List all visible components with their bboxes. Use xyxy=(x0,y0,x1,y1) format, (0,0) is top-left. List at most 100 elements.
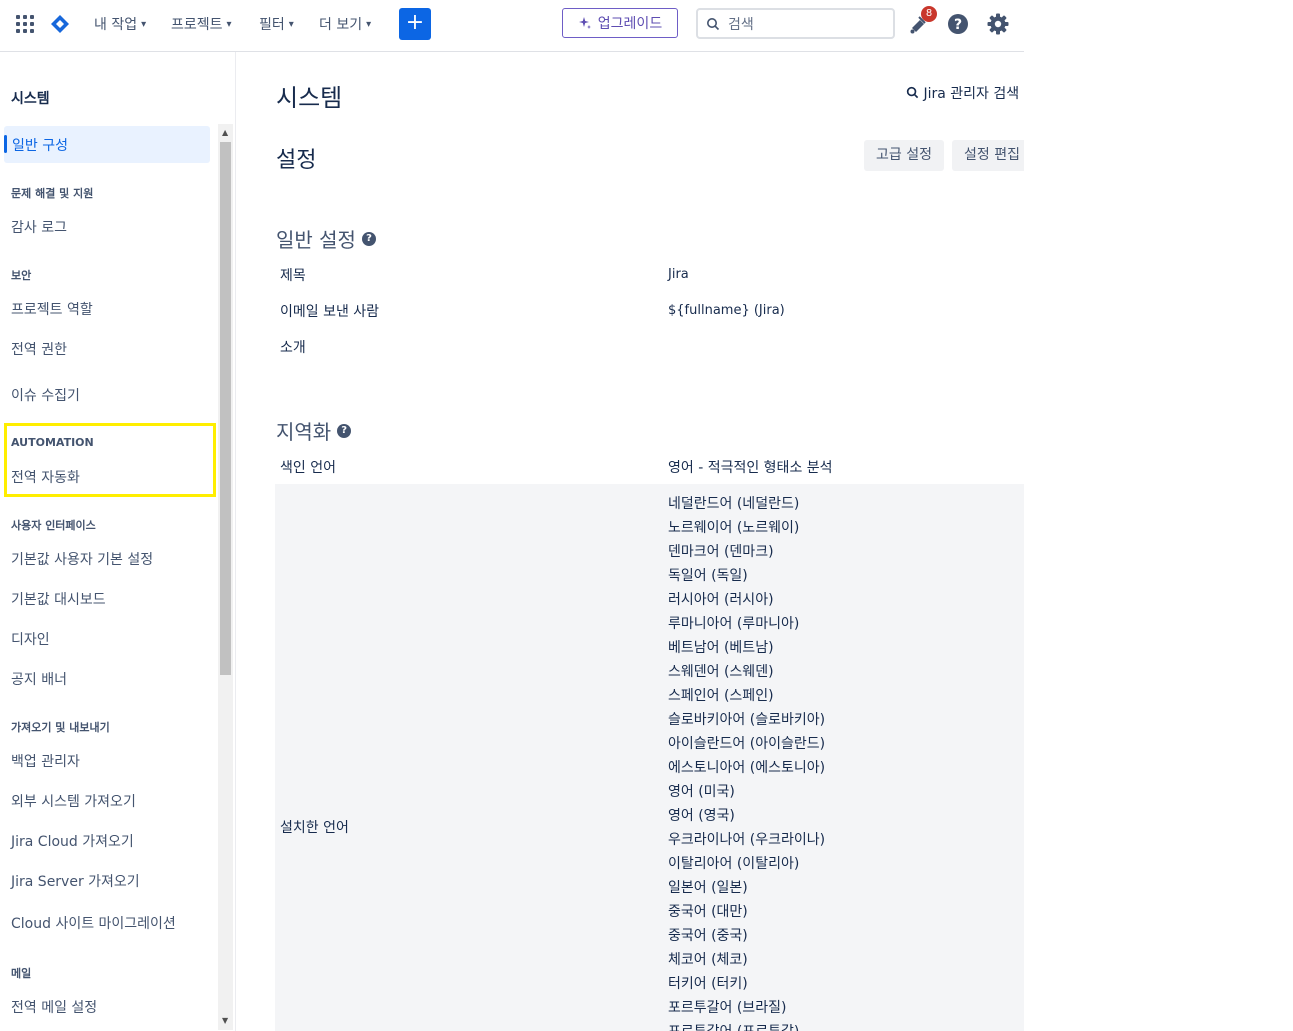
plus-icon: + xyxy=(405,10,425,35)
nav-filters[interactable]: 필터 ▾ xyxy=(259,14,294,34)
nav-my-work[interactable]: 내 작업 ▾ xyxy=(94,14,146,34)
setting-label-index-language: 색인 언어 xyxy=(280,460,336,476)
localization-heading: 지역화 ? xyxy=(276,416,352,445)
top-navigation: 내 작업 ▾ 프로젝트 ▾ 필터 ▾ 더 보기 ▾ + 업그레이드 검색 8 ? xyxy=(0,0,1024,52)
installed-language-item: 노르웨이어 (노르웨이) xyxy=(668,520,800,536)
sidebar-item-global-mail-settings[interactable]: 전역 메일 설정 xyxy=(11,997,97,1017)
setting-label-installed-languages: 설치한 언어 xyxy=(280,820,349,836)
app-switcher-icon[interactable] xyxy=(16,15,34,33)
sidebar-heading-import-export: 가져오기 및 내보내기 xyxy=(11,721,110,734)
sidebar-item-design[interactable]: 디자인 xyxy=(11,629,50,649)
installed-language-item: 이탈리아어 (이탈리아) xyxy=(668,856,800,872)
edit-settings-button[interactable]: 설정 편집 xyxy=(952,140,1024,171)
sidebar-heading-user-interface: 사용자 인터페이스 xyxy=(11,519,96,532)
active-indicator xyxy=(4,135,7,153)
sidebar-item-default-user-preferences[interactable]: 기본값 사용자 기본 설정 xyxy=(11,549,153,569)
sidebar-item-general-config-label: 일반 구성 xyxy=(12,138,68,154)
nav-more-label: 더 보기 xyxy=(319,17,363,33)
installed-language-item: 포르투갈어 (브라질) xyxy=(668,1000,787,1016)
sidebar-title: 시스템 xyxy=(11,91,50,107)
installed-language-item: 슬로바키아어 (슬로바키아) xyxy=(668,712,826,728)
admin-search-label: Jira 관리자 검색 xyxy=(923,86,1020,102)
help-icon[interactable]: ? xyxy=(946,12,970,36)
sparkle-icon xyxy=(578,17,591,29)
svg-text:?: ? xyxy=(954,17,962,33)
installed-language-item: 터키어 (터키) xyxy=(668,976,748,992)
installed-language-item: 중국어 (중국) xyxy=(668,928,748,944)
sidebar-item-global-permissions[interactable]: 전역 권한 xyxy=(11,339,67,359)
installed-language-item: 영어 (미국) xyxy=(668,784,735,800)
chevron-down-icon: ▾ xyxy=(288,18,294,30)
setting-value-email-from: ${fullname} (Jira) xyxy=(668,303,785,318)
chevron-down-icon: ▾ xyxy=(366,18,372,30)
nav-filters-label: 필터 xyxy=(259,17,285,33)
nav-my-work-label: 내 작업 xyxy=(94,17,138,33)
installed-language-item: 체코어 (체코) xyxy=(668,952,748,968)
sidebar-heading-mail: 메일 xyxy=(11,967,32,980)
sidebar-item-issue-collectors[interactable]: 이슈 수집기 xyxy=(11,385,80,405)
search-icon xyxy=(707,17,720,30)
help-icon[interactable]: ? xyxy=(337,423,352,438)
installed-languages-list: 네덜란드어 (네덜란드) 노르웨이어 (노르웨이) 덴마크어 (덴마크) 독일어 (독… xyxy=(668,492,825,1031)
search-input[interactable]: 검색 xyxy=(696,8,895,39)
installed-language-item: 포르투갈어 (포르투갈) xyxy=(668,1020,825,1031)
settings-gear-icon[interactable] xyxy=(986,12,1010,36)
sidebar-heading-troubleshooting: 문제 해결 및 지원 xyxy=(11,187,94,200)
setting-label-title: 제목 xyxy=(280,268,306,284)
jira-logo-icon[interactable] xyxy=(50,14,70,34)
sidebar-item-default-dashboard[interactable]: 기본값 대시보드 xyxy=(11,589,106,609)
notification-badge: 8 xyxy=(921,6,937,22)
create-button[interactable]: + xyxy=(399,8,431,40)
sidebar-item-external-system-import[interactable]: 외부 시스템 가져오기 xyxy=(11,791,136,811)
page-title: 시스템 xyxy=(276,84,343,112)
advanced-settings-button[interactable]: 고급 설정 xyxy=(864,140,944,171)
upgrade-button[interactable]: 업그레이드 xyxy=(562,8,678,38)
installed-language-item: 아이슬란드어 (아이슬란드) xyxy=(668,736,826,752)
installed-language-item: 러시아어 (러시아) xyxy=(668,592,774,608)
setting-value-title: Jira xyxy=(668,267,689,282)
scroll-down-arrow-icon[interactable]: ▼ xyxy=(222,1016,228,1025)
installed-language-item: 베트남어 (베트남) xyxy=(668,640,774,656)
main-content: 시스템 Jira 관리자 검색 설정 고급 설정 설정 편집 일반 설정 ? 제… xyxy=(236,52,1024,1031)
installed-language-item: 일본어 (일본) xyxy=(668,880,748,896)
sidebar-scrollbar-thumb[interactable] xyxy=(220,142,231,675)
automation-highlight-box xyxy=(4,423,216,497)
sidebar-item-project-roles[interactable]: 프로젝트 역할 xyxy=(11,299,93,319)
sidebar-item-cloud-site-migration[interactable]: Cloud 사이트 마이그레이션 xyxy=(11,913,176,933)
sidebar-item-jira-cloud-import[interactable]: Jira Cloud 가져오기 xyxy=(11,831,134,851)
sidebar-item-jira-server-import[interactable]: Jira Server 가져오기 xyxy=(11,871,140,891)
nav-more[interactable]: 더 보기 ▾ xyxy=(319,14,371,34)
admin-sidebar: 시스템 일반 구성 문제 해결 및 지원 감사 로그 보안 프로젝트 역할 전역… xyxy=(0,52,236,1031)
jira-admin-search-link[interactable]: Jira 관리자 검색 xyxy=(906,83,1019,103)
nav-projects-label: 프로젝트 xyxy=(171,17,223,33)
setting-value-index-language: 영어 - 적극적인 형태소 분석 xyxy=(668,460,833,476)
sidebar-item-announcement-banner[interactable]: 공지 배너 xyxy=(11,669,67,689)
installed-language-item: 덴마크어 (덴마크) xyxy=(668,544,774,560)
setting-label-introduction: 소개 xyxy=(280,340,306,356)
sidebar-heading-security: 보안 xyxy=(11,269,32,282)
sidebar-item-audit-log[interactable]: 감사 로그 xyxy=(11,217,67,237)
general-settings-title: 일반 설정 xyxy=(276,228,356,252)
installed-language-item: 스웨덴어 (스웨덴) xyxy=(668,664,774,680)
chevron-down-icon: ▾ xyxy=(226,18,232,30)
installed-language-item: 에스토니아어 (에스토니아) xyxy=(668,760,826,776)
installed-language-item: 루마니아어 (루마니아) xyxy=(668,616,800,632)
installed-languages-row xyxy=(275,484,1024,1031)
scroll-up-arrow-icon[interactable]: ▲ xyxy=(222,128,228,137)
installed-language-item: 우크라이나어 (우크라이나) xyxy=(668,832,826,848)
installed-language-item: 스페인어 (스페인) xyxy=(668,688,774,704)
search-icon xyxy=(906,86,919,99)
upgrade-label: 업그레이드 xyxy=(597,16,663,32)
installed-language-item: 네덜란드어 (네덜란드) xyxy=(668,496,800,512)
help-icon[interactable]: ? xyxy=(361,231,376,246)
installed-language-item: 영어 (영국) xyxy=(668,808,735,824)
search-placeholder: 검색 xyxy=(728,16,754,33)
chevron-down-icon: ▾ xyxy=(141,18,147,30)
settings-title: 설정 xyxy=(276,148,317,173)
jira-admin-app: 내 작업 ▾ 프로젝트 ▾ 필터 ▾ 더 보기 ▾ + 업그레이드 검색 8 ?… xyxy=(0,0,1024,1031)
sidebar-item-backup-manager[interactable]: 백업 관리자 xyxy=(11,751,80,771)
installed-language-item: 독일어 (독일) xyxy=(668,568,748,584)
installed-language-item: 중국어 (대만) xyxy=(668,904,748,920)
nav-projects[interactable]: 프로젝트 ▾ xyxy=(171,14,232,34)
setting-label-email-from: 이메일 보낸 사람 xyxy=(280,304,380,320)
